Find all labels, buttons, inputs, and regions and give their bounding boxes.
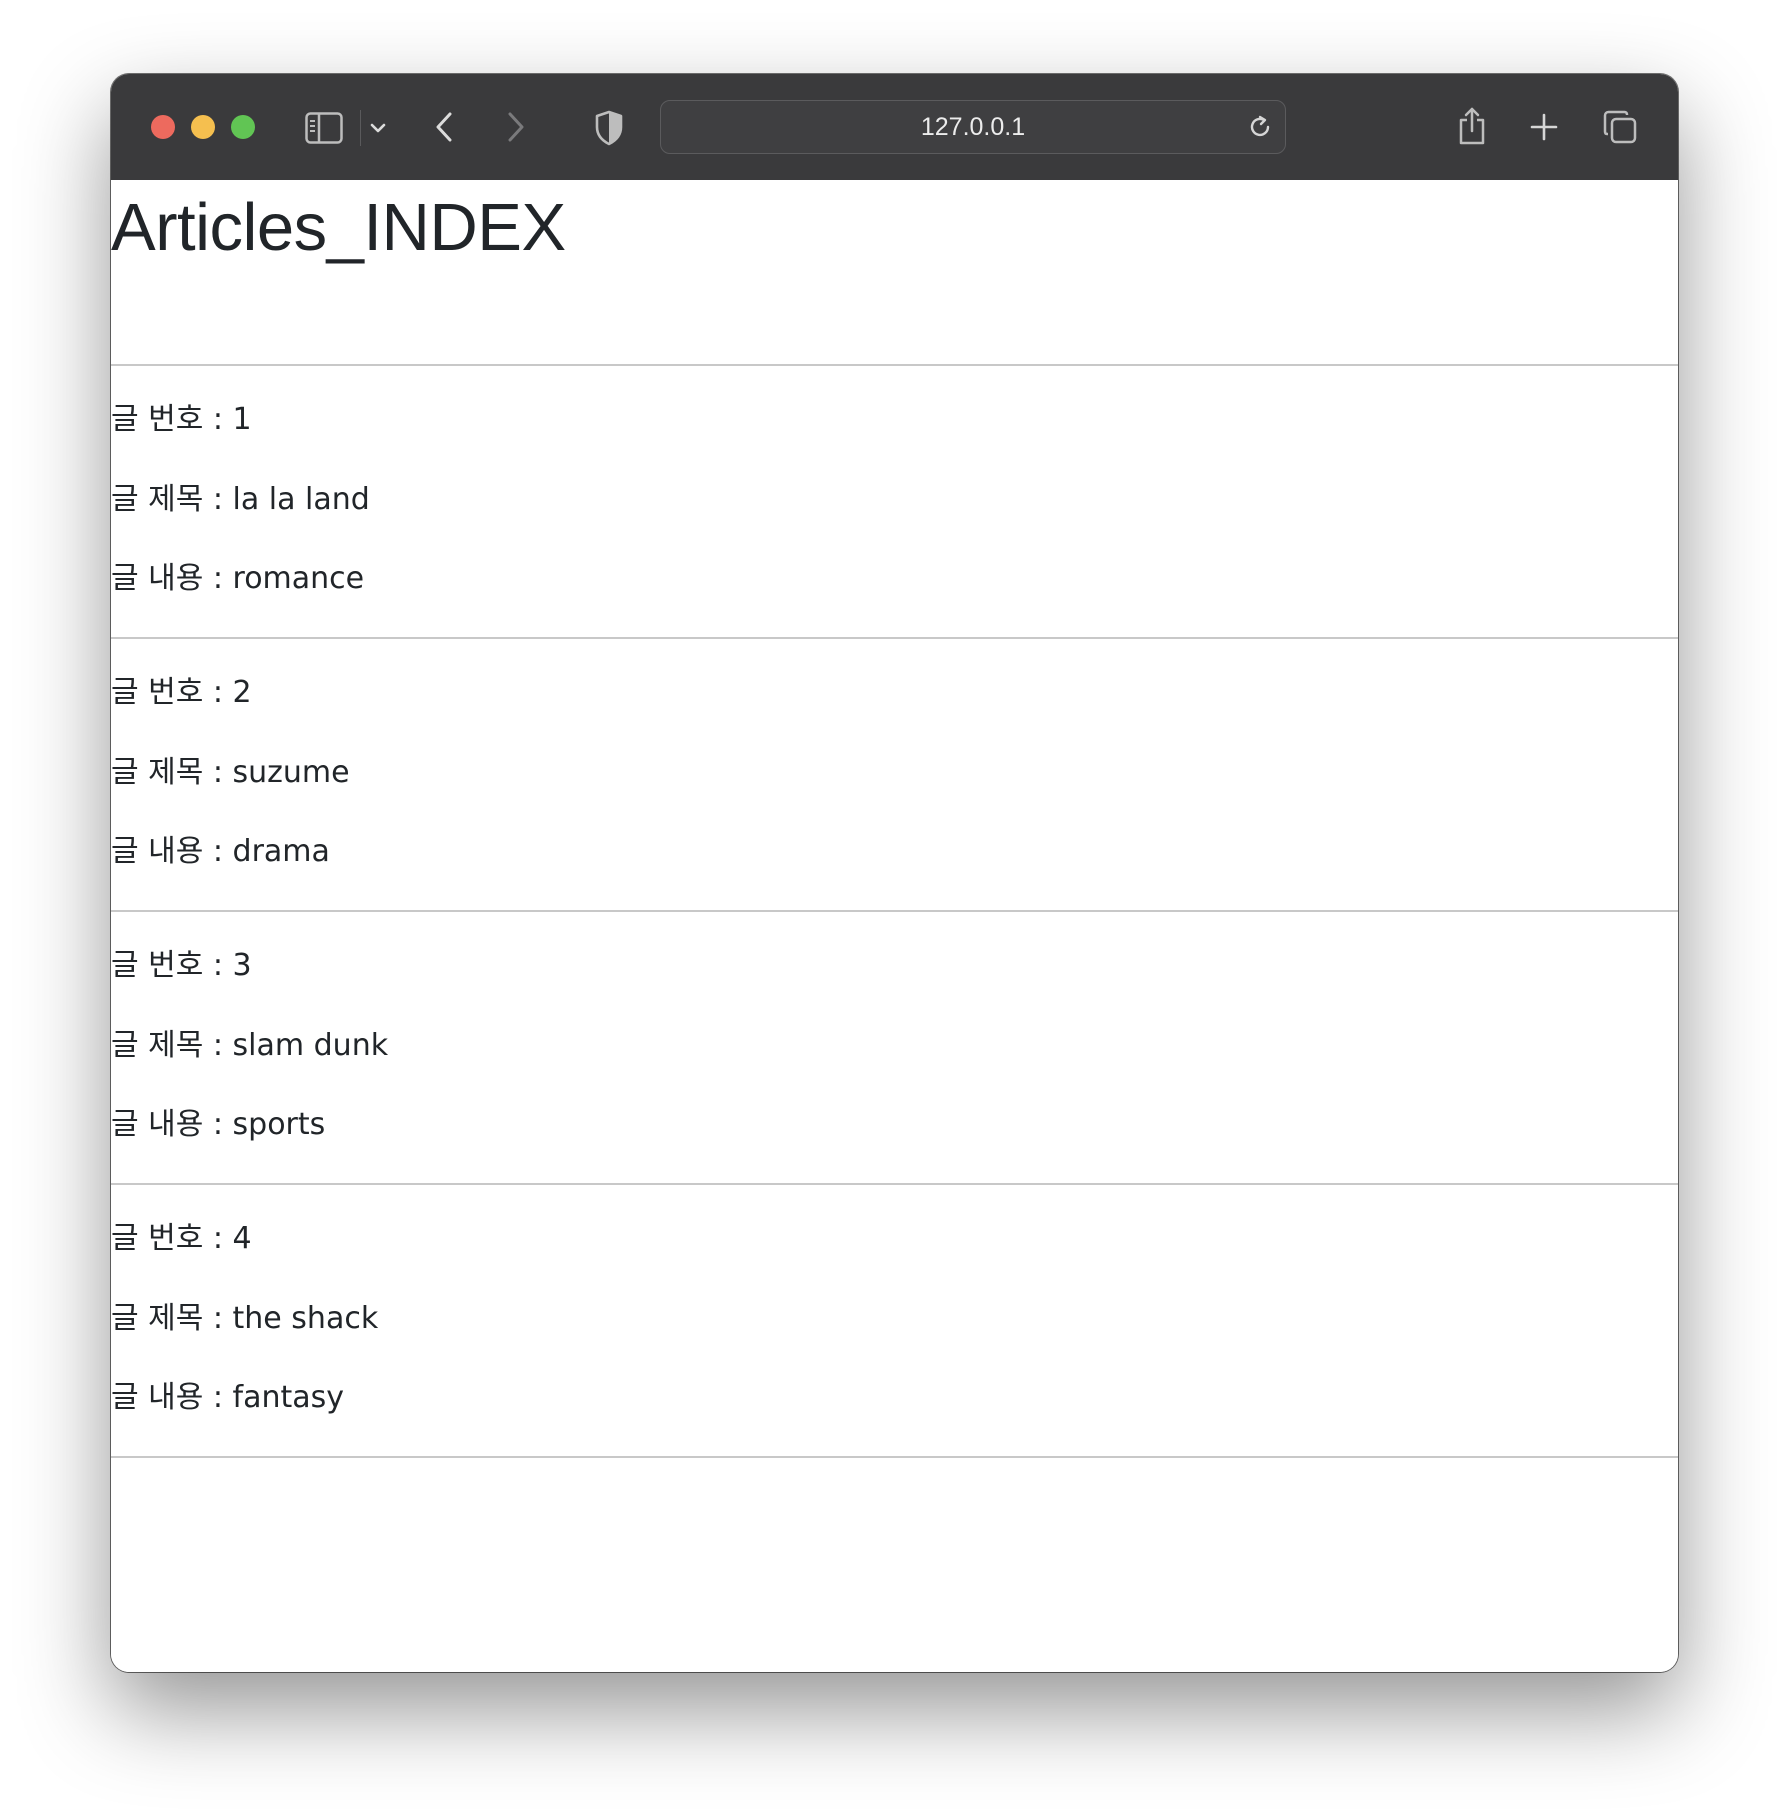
article-number-value: 4 xyxy=(232,1221,252,1256)
article-content: 글 내용 : sports xyxy=(111,1107,325,1143)
article-title: 글 제목 : the shack xyxy=(111,1301,378,1337)
zoom-window-button[interactable] xyxy=(231,115,255,139)
article-number-value: 2 xyxy=(232,675,252,710)
article-title-label: 글 제목 : xyxy=(111,482,233,517)
article-content-value: sports xyxy=(232,1107,326,1142)
divider xyxy=(111,637,1678,639)
address-url: 127.0.0.1 xyxy=(920,112,1026,141)
article-content-value: fantasy xyxy=(232,1380,345,1415)
back-icon[interactable] xyxy=(429,108,459,146)
address-bar[interactable]: 127.0.0.1 xyxy=(660,100,1286,154)
page-content: Articles_INDEX 글 번호 : 1 글 제목 : la la land… xyxy=(111,180,1678,1672)
article-number: 글 번호 : 1 xyxy=(111,402,252,438)
forward-icon[interactable] xyxy=(501,108,531,146)
divider xyxy=(111,1456,1678,1458)
article-content-value: drama xyxy=(232,834,330,869)
article-title-value: slam dunk xyxy=(232,1028,389,1063)
page-title: Articles_INDEX xyxy=(111,190,566,265)
article-title-label: 글 제목 : xyxy=(111,1301,233,1336)
article-number-label: 글 번호 : xyxy=(111,402,233,437)
article-content-label: 글 내용 : xyxy=(111,1380,233,1415)
article-title-value: suzume xyxy=(232,755,350,790)
article-number-value: 3 xyxy=(232,948,252,983)
article-content-label: 글 내용 : xyxy=(111,1107,233,1142)
toolbar-separator xyxy=(360,110,361,146)
article-title-value: la la land xyxy=(232,482,370,517)
article-title-value: the shack xyxy=(232,1301,379,1336)
article-content-label: 글 내용 : xyxy=(111,834,233,869)
divider xyxy=(111,364,1678,366)
share-icon[interactable] xyxy=(1456,104,1488,148)
browser-toolbar: 127.0.0.1 xyxy=(111,74,1678,181)
article-number-value: 1 xyxy=(232,402,252,437)
article-content: 글 내용 : drama xyxy=(111,834,330,870)
article-content: 글 내용 : fantasy xyxy=(111,1380,344,1416)
article-title-label: 글 제목 : xyxy=(111,755,233,790)
article-title: 글 제목 : suzume xyxy=(111,755,350,791)
new-tab-icon[interactable] xyxy=(1529,112,1559,142)
article-number: 글 번호 : 2 xyxy=(111,675,252,711)
divider xyxy=(111,1183,1678,1185)
sidebar-toggle-icon[interactable] xyxy=(304,110,344,146)
article-content-value: romance xyxy=(232,561,365,596)
article-number: 글 번호 : 4 xyxy=(111,1221,252,1257)
article-number-label: 글 번호 : xyxy=(111,1221,233,1256)
article-number: 글 번호 : 3 xyxy=(111,948,252,984)
article-number-label: 글 번호 : xyxy=(111,948,233,983)
reload-icon[interactable] xyxy=(1246,113,1274,141)
browser-window: 127.0.0.1 Articles_INDEX 글 번호: 1 글 제목:… xyxy=(111,74,1678,1672)
article-title-label: 글 제목 : xyxy=(111,1028,233,1063)
article-content: 글 내용 : romance xyxy=(111,561,364,597)
tab-overview-icon[interactable] xyxy=(1601,108,1639,146)
divider xyxy=(111,910,1678,912)
article-title: 글 제목 : la la land xyxy=(111,482,370,518)
chevron-down-icon[interactable] xyxy=(368,118,388,138)
article-title: 글 제목 : slam dunk xyxy=(111,1028,388,1064)
privacy-shield-icon[interactable] xyxy=(592,108,626,148)
article-number-label: 글 번호 : xyxy=(111,675,233,710)
close-window-button[interactable] xyxy=(151,115,175,139)
minimize-window-button[interactable] xyxy=(191,115,215,139)
article-content-label: 글 내용 : xyxy=(111,561,233,596)
